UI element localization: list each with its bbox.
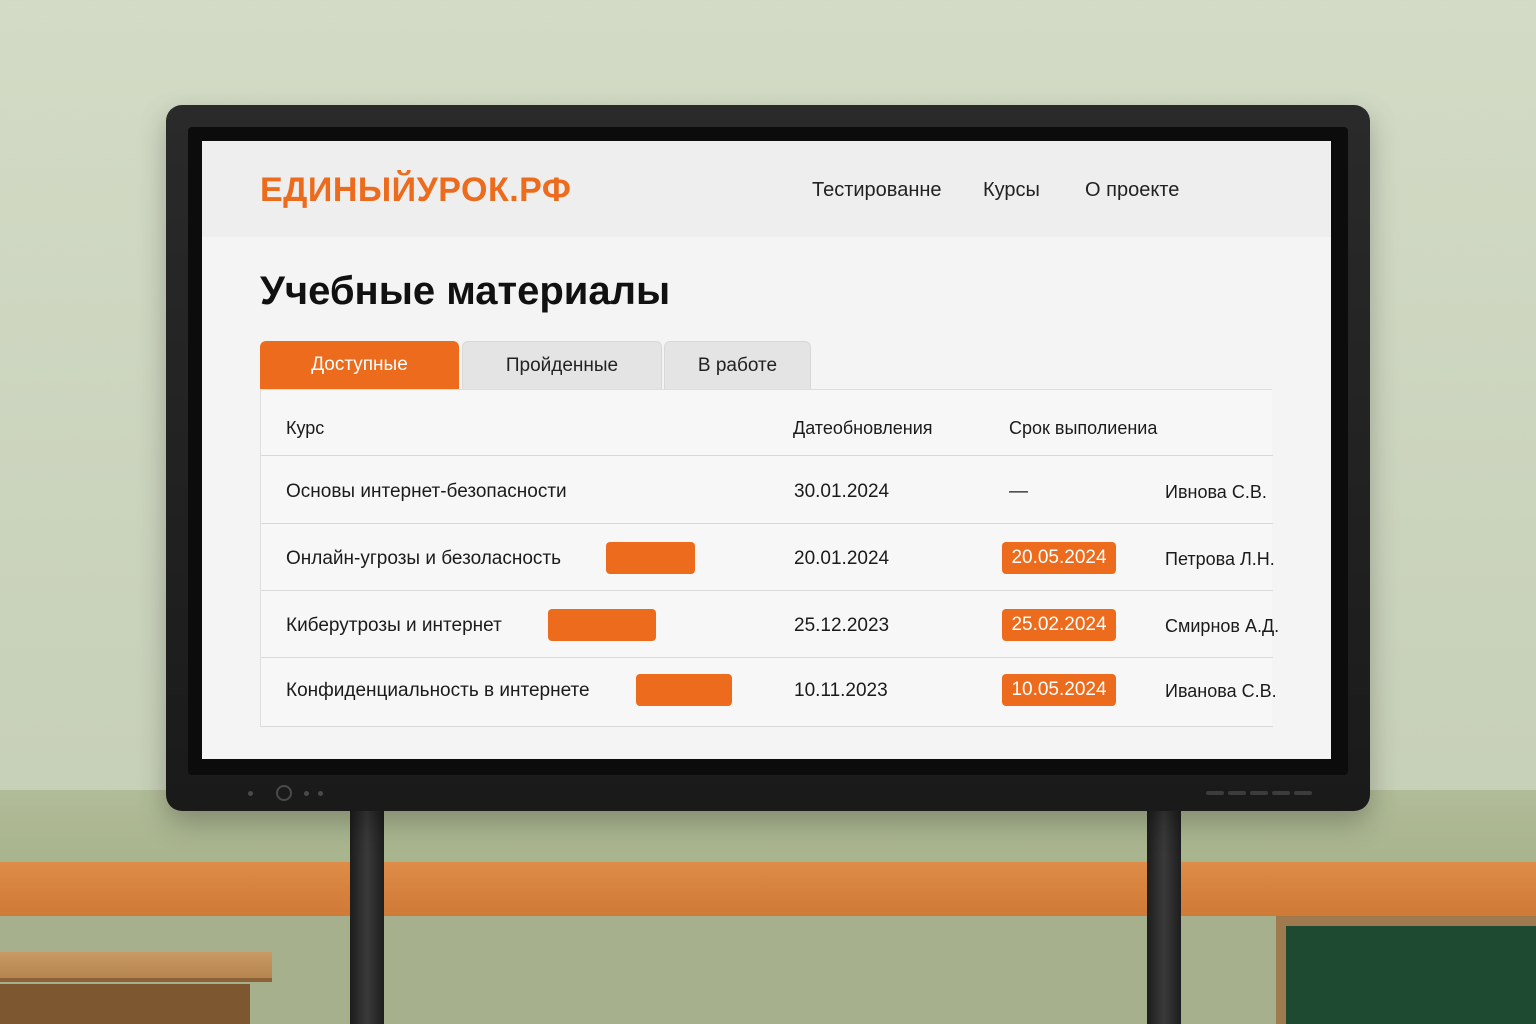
status-badge [606, 542, 695, 574]
nav-item-testing[interactable]: Тестированне [812, 179, 942, 202]
desk-side [0, 984, 250, 1024]
nav-item-about[interactable]: О проекте [1085, 179, 1179, 202]
sensor-icon [318, 791, 323, 796]
nav-item-courses[interactable]: Курсы [983, 179, 1040, 202]
stand-leg-left [350, 800, 384, 1024]
site-logo[interactable]: ЕДИНЫЙУРОК.РФ [260, 171, 571, 210]
school-desk [0, 952, 272, 1024]
speaker-grill [1228, 791, 1246, 795]
updated-date: 30.01.2024 [794, 481, 890, 502]
speaker-grill [1272, 791, 1290, 795]
chalkboard-surface [1286, 926, 1536, 1024]
site-header: ЕДИНЫЙУРОК.РФ Тестированне Курсы О проек… [202, 141, 1331, 237]
chalkboard [1276, 916, 1536, 1024]
updated-date: 20.01.2024 [794, 548, 890, 569]
table-header-row: Курс Датеобновления Срок выполиениа [261, 390, 1273, 456]
status-badge [636, 674, 732, 706]
author-name: Ивнова С.В. [1165, 482, 1267, 502]
table-row[interactable]: Конфиденциальность в интернете 10.11.202… [261, 658, 1277, 727]
wall-orange-stripe [0, 862, 1536, 916]
course-title[interactable]: Онлайн-угрозы и безоласность [286, 548, 561, 570]
author-name: Петрова Л.Н. [1165, 549, 1275, 569]
tab-in-progress[interactable]: В работе [664, 341, 811, 389]
course-title[interactable]: Конфиденциальность в интернете [286, 680, 590, 702]
deadline-badge: 20.05.2024 [1002, 542, 1116, 574]
materials-table: Курс Датеобновления Срок выполиениа Осно… [260, 389, 1279, 727]
table-row[interactable]: Онлайн-угрозы и безоласность 20.01.2024 … [261, 524, 1275, 591]
course-title[interactable]: Основы интернет-безопасности [286, 481, 567, 503]
tab-available[interactable]: Доступные [260, 341, 459, 389]
sensor-icon [304, 791, 309, 796]
column-header-updated[interactable]: Датеобновления [793, 418, 933, 439]
page-title: Учебные материалы [260, 269, 671, 313]
table-row[interactable]: Основы интернет-безопасности 30.01.2024 … [261, 456, 1273, 524]
column-header-deadline[interactable]: Срок выполиениа [1009, 418, 1157, 439]
deadline-date: — [1009, 481, 1028, 502]
power-button[interactable] [276, 785, 292, 801]
display-screen: ЕДИНЫЙУРОК.РФ Тестированне Курсы О проек… [202, 141, 1331, 759]
indicator-light-icon [248, 791, 253, 796]
desk-top [0, 952, 272, 982]
column-header-course[interactable]: Курс [286, 418, 324, 439]
updated-date: 25.12.2023 [794, 615, 890, 636]
updated-date: 10.11.2023 [794, 680, 888, 701]
table-row[interactable]: Киберутрозы и интернет 25.12.2023 25.02.… [261, 591, 1279, 658]
tab-completed[interactable]: Пройденные [462, 341, 662, 389]
speaker-grill [1206, 791, 1224, 795]
author-name: Иванова С.В. [1165, 681, 1277, 701]
course-title[interactable]: Киберутрозы и интернет [286, 615, 502, 637]
status-badge [548, 609, 656, 641]
interactive-display: ЕДИНЫЙУРОК.РФ Тестированне Курсы О проек… [166, 105, 1370, 811]
speaker-grill [1250, 791, 1268, 795]
deadline-badge: 25.02.2024 [1002, 609, 1116, 641]
author-name: Смирнов А.Д. [1165, 616, 1280, 636]
deadline-badge: 10.05.2024 [1002, 674, 1116, 706]
stand-leg-right [1147, 800, 1181, 1024]
speaker-grill [1294, 791, 1312, 795]
